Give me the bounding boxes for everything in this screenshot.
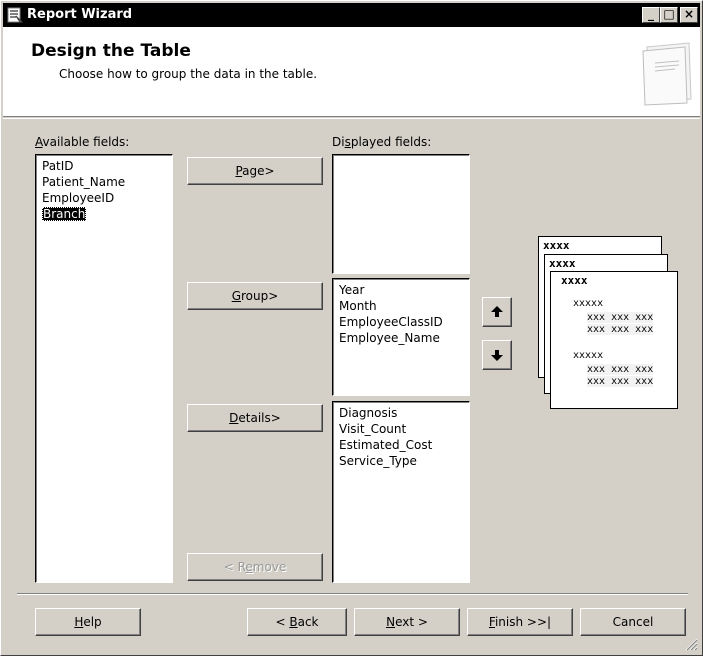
window-title: Report Wizard [27,7,133,22]
minimize-button[interactable]: _ [642,7,660,23]
list-item[interactable]: Patient_Name [42,174,172,190]
list-item[interactable]: PatID [42,158,172,174]
cancel-button[interactable]: Cancel [580,608,686,636]
list-item-label: PatID [42,159,74,173]
list-item-label: Diagnosis [339,406,398,420]
preview-card-front: xxxx xxxxx xxx xxx xxx xxx xxx xxx xxxxx… [550,271,678,409]
group-button[interactable]: Group> [187,282,323,310]
page-subtitle: Choose how to group the data in the tabl… [59,67,318,81]
maximize-button[interactable]: □ [660,7,678,23]
group-fields-list[interactable]: Year Month EmployeeClassID Employee_Name [332,278,470,396]
list-item[interactable]: Diagnosis [339,405,469,421]
finish-button[interactable]: Finish >>| [467,608,573,636]
close-icon: × [683,7,695,21]
resize-grip-icon[interactable] [684,637,698,651]
list-item-label: Month [339,299,377,313]
move-down-button[interactable] [482,340,512,370]
page-title: Design the Table [31,41,191,61]
list-item-label: Estimated_Cost [339,438,433,452]
list-item-label: Patient_Name [42,175,126,189]
document-icon [642,42,692,106]
available-fields-list[interactable]: PatID Patient_Name EmployeeID Branch [35,154,173,583]
remove-button[interactable]: < Remove [187,553,323,581]
list-item-label: Service_Type [339,454,417,468]
arrow-up-icon [491,306,503,317]
page-fields-list[interactable] [332,154,470,274]
list-item[interactable]: EmployeeClassID [339,314,469,330]
details-button[interactable]: Details> [187,404,323,432]
maximize-icon: □ [663,7,675,21]
details-fields-list[interactable]: Diagnosis Visit_Count Estimated_Cost Servic… [332,401,470,583]
move-up-button[interactable] [482,297,512,327]
back-button[interactable]: < Back [247,608,347,636]
list-item[interactable]: Service_Type [339,453,469,469]
arrow-down-icon [491,350,503,361]
close-button[interactable]: × [680,7,698,23]
minimize-icon: _ [648,7,654,21]
list-item[interactable]: Estimated_Cost [339,437,469,453]
list-item-label: Branch [42,207,87,221]
available-fields-label: Available fields: [35,135,130,149]
list-item-label: EmployeeClassID [339,315,443,329]
list-item-label: Employee_Name [339,331,440,345]
footer-separator [17,593,688,595]
wizard-header: Design the Table Choose how to group the… [3,27,700,117]
help-button[interactable]: Help [35,608,141,636]
next-button[interactable]: Next > [354,608,460,636]
list-item[interactable]: EmployeeID [42,190,172,206]
title-bar[interactable]: Report Wizard _ □ × [3,3,700,27]
list-item[interactable]: Visit_Count [339,421,469,437]
list-item-label: Year [339,283,365,297]
list-item-label: EmployeeID [42,191,115,205]
report-wizard-window: Report Wizard _ □ × Design the Table Cho… [0,0,703,656]
report-wizard-icon [7,7,23,23]
header-separator [3,118,700,119]
list-item[interactable]: Year [339,282,469,298]
page-button[interactable]: Page> [187,157,323,185]
list-item-label: Visit_Count [339,422,407,436]
list-item[interactable]: Month [339,298,469,314]
list-item[interactable]: Employee_Name [339,330,469,346]
displayed-fields-label: Displayed fields: [332,135,432,149]
list-item[interactable]: Branch [42,206,172,222]
